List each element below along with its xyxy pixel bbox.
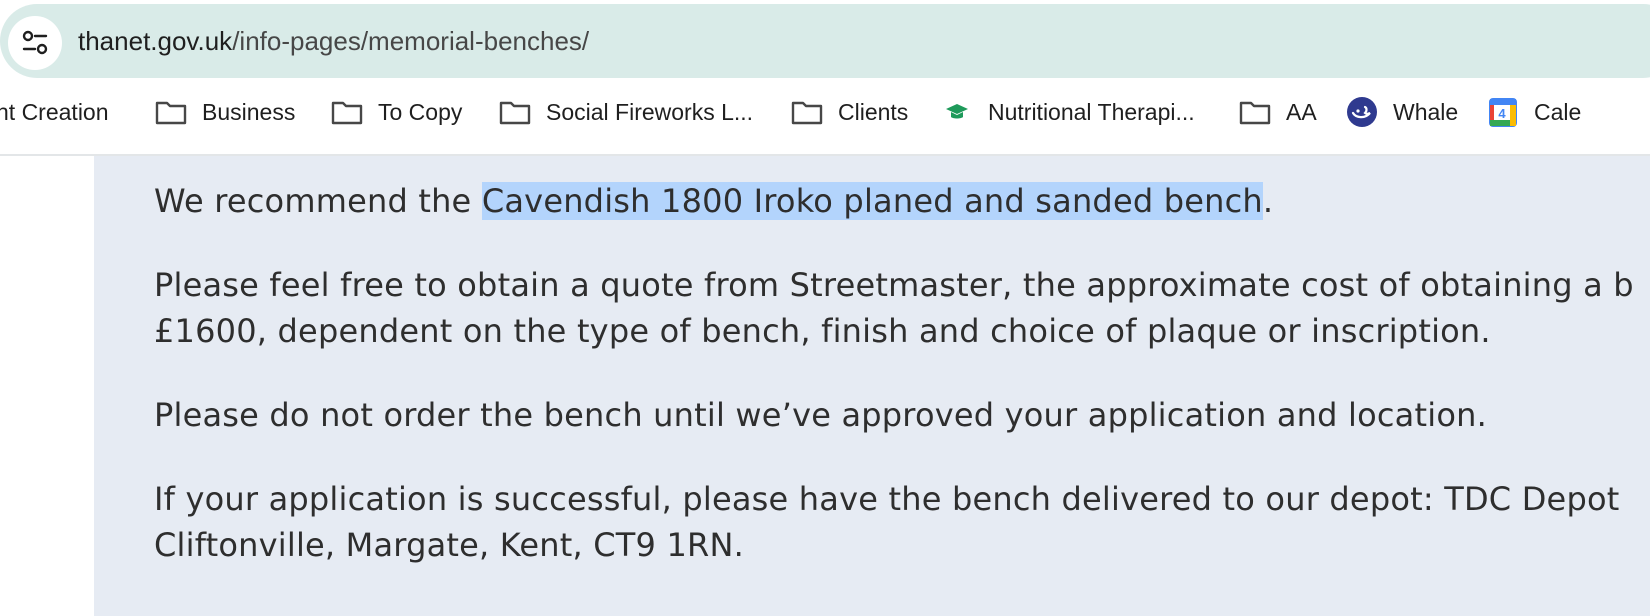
bookmark-label: Business [202, 98, 296, 125]
graduation-cap-icon [940, 95, 974, 129]
paragraph-quote-line1: Please feel free to obtain a quote from … [154, 266, 1634, 304]
bookmark-label: To Copy [378, 98, 463, 125]
selected-text-highlight: Cavendish 1800 Iroko planed and sanded b… [481, 182, 1263, 220]
calendar-icon: 4 [1486, 95, 1520, 129]
bookmark-whale[interactable]: Whale [1345, 86, 1458, 138]
browser-chrome: thanet.gov.uk/info-pages/memorial-benche… [0, 0, 1650, 156]
bookmark-content-creation[interactable]: nt Creation [0, 86, 109, 138]
folder-icon [330, 95, 364, 129]
page-viewport: We recommend the Cavendish 1800 Iroko pl… [0, 156, 1650, 616]
bookmark-business[interactable]: Business [154, 86, 295, 138]
whale-icon [1345, 95, 1379, 129]
bookmark-social-fireworks[interactable]: Social Fireworks L... [498, 86, 753, 138]
url-text[interactable]: thanet.gov.uk/info-pages/memorial-benche… [78, 23, 589, 59]
bookmark-label: Nutritional Therapi... [988, 98, 1195, 125]
paragraph-do-not-order: Please do not order the bench until we’v… [154, 396, 1487, 434]
paragraph-recommendation: We recommend the Cavendish 1800 Iroko pl… [154, 178, 1273, 224]
bookmark-label: Cale [1534, 98, 1582, 125]
p1-text-before: We recommend the [154, 182, 482, 220]
bookmark-calendar[interactable]: 4 Cale [1486, 86, 1581, 138]
tune-settings-icon [22, 30, 48, 55]
paragraph-quote-line2: £1600, dependent on the type of bench, f… [154, 312, 1491, 350]
folder-icon [790, 95, 824, 129]
p1-text-after: . [1262, 182, 1274, 220]
bookmark-clients[interactable]: Clients [790, 86, 908, 138]
bookmark-label: AA [1286, 98, 1317, 125]
bookmark-aa[interactable]: AA [1238, 86, 1317, 138]
bookmark-nutritional-therapi[interactable]: Nutritional Therapi... [940, 86, 1195, 138]
bookmarks-bar: nt Creation Business To Copy Social Fire… [0, 86, 1650, 138]
bookmark-label: Social Fireworks L... [546, 98, 754, 125]
bookmark-label: nt Creation [0, 98, 109, 125]
paragraph-delivery-line1: If your application is successful, pleas… [154, 480, 1620, 518]
paragraph-delivery-line2: Cliftonville, Margate, Kent, CT9 1RN. [154, 526, 744, 564]
folder-icon [498, 95, 532, 129]
site-info-button[interactable] [8, 16, 62, 70]
bookmark-label: Clients [838, 98, 909, 125]
url-host: thanet.gov.uk [78, 26, 233, 56]
bookmark-to-copy[interactable]: To Copy [330, 86, 462, 138]
calendar-icon-number: 4 [1498, 106, 1506, 121]
url-path: /info-pages/memorial-benches/ [232, 26, 590, 56]
folder-icon [1238, 95, 1272, 129]
bookmark-label: Whale [1393, 98, 1459, 125]
folder-icon [154, 95, 188, 129]
address-bar[interactable]: thanet.gov.uk/info-pages/memorial-benche… [0, 4, 1650, 78]
